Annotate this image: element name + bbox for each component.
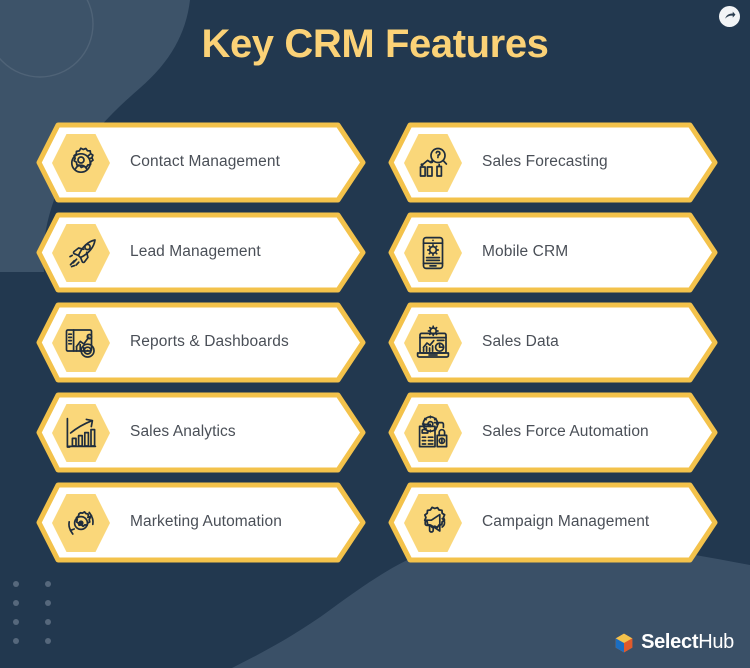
- feature-icon-badge: [402, 312, 464, 374]
- feature-card-content: Contact Management: [36, 122, 366, 203]
- share-button[interactable]: [719, 6, 740, 27]
- feature-label: Mobile CRM: [482, 243, 569, 261]
- feature-card[interactable]: Sales Analytics: [36, 392, 366, 473]
- feature-card-content: Mobile CRM: [388, 212, 718, 293]
- feature-card[interactable]: Sales Forecasting: [388, 122, 718, 203]
- brand-logo[interactable]: SelectHub: [613, 631, 734, 654]
- feature-label: Contact Management: [130, 153, 280, 171]
- phone-gear-icon: [422, 236, 444, 269]
- feature-card[interactable]: Mobile CRM: [388, 212, 718, 293]
- feature-card-content: Sales Forecasting: [388, 122, 718, 203]
- clipboard-money-icon: [418, 414, 448, 447]
- page-title: Key CRM Features: [201, 22, 549, 66]
- report-chart-icon: [65, 328, 95, 358]
- feature-card-content: Reports & Dashboards: [36, 302, 366, 383]
- gear-user-icon: [70, 146, 94, 173]
- feature-label: Lead Management: [130, 243, 261, 261]
- brand-name-light: Hub: [698, 631, 734, 653]
- cube-logo-icon: [615, 633, 633, 652]
- feature-card[interactable]: Reports & Dashboards: [36, 302, 366, 383]
- feature-label: Sales Analytics: [130, 423, 236, 441]
- feature-label: Marketing Automation: [130, 513, 282, 531]
- feature-card[interactable]: Sales Data: [388, 302, 718, 383]
- share-arrow-icon: [725, 11, 736, 19]
- feature-card-content: Sales Data: [388, 302, 718, 383]
- feature-label: Sales Force Automation: [482, 423, 649, 441]
- feature-card-content: Lead Management: [36, 212, 366, 293]
- feature-icon-badge: [402, 132, 464, 194]
- feature-card-content: Campaign Management: [388, 482, 718, 563]
- rocket-icon: [69, 238, 96, 267]
- feature-icon-badge: [402, 492, 464, 554]
- feature-label: Reports & Dashboards: [130, 333, 289, 351]
- feature-icon-badge: [50, 132, 112, 194]
- chart-search-icon: [419, 147, 448, 177]
- feature-icon-badge: [50, 402, 112, 464]
- dashboard-gear-icon: [416, 324, 450, 358]
- feature-card-content: Marketing Automation: [36, 482, 366, 563]
- brand-name-strong: Select: [641, 631, 699, 653]
- feature-card[interactable]: Sales Force Automation: [388, 392, 718, 473]
- feature-icon-badge: [50, 222, 112, 284]
- feature-label: Sales Data: [482, 333, 559, 351]
- brand-wordmark: SelectHub: [641, 631, 734, 654]
- feature-label: Campaign Management: [482, 513, 650, 531]
- feature-icon-badge: [402, 402, 464, 464]
- feature-card[interactable]: Lead Management: [36, 212, 366, 293]
- feature-label: Sales Forecasting: [482, 153, 608, 171]
- feature-card[interactable]: Campaign Management: [388, 482, 718, 563]
- gear-megaphone-icon: [423, 505, 446, 533]
- feature-icon-badge: [50, 312, 112, 374]
- dot-grid: [13, 581, 51, 644]
- feature-card[interactable]: Marketing Automation: [36, 482, 366, 563]
- gear-refresh-icon: [68, 510, 94, 535]
- growth-bars-icon: [66, 417, 97, 448]
- feature-card-content: Sales Analytics: [36, 392, 366, 473]
- feature-icon-badge: [402, 222, 464, 284]
- features-grid: Contact Management Sales Forecasting Lea…: [36, 122, 718, 563]
- feature-card[interactable]: Contact Management: [36, 122, 366, 203]
- feature-icon-badge: [50, 492, 112, 554]
- feature-card-content: Sales Force Automation: [388, 392, 718, 473]
